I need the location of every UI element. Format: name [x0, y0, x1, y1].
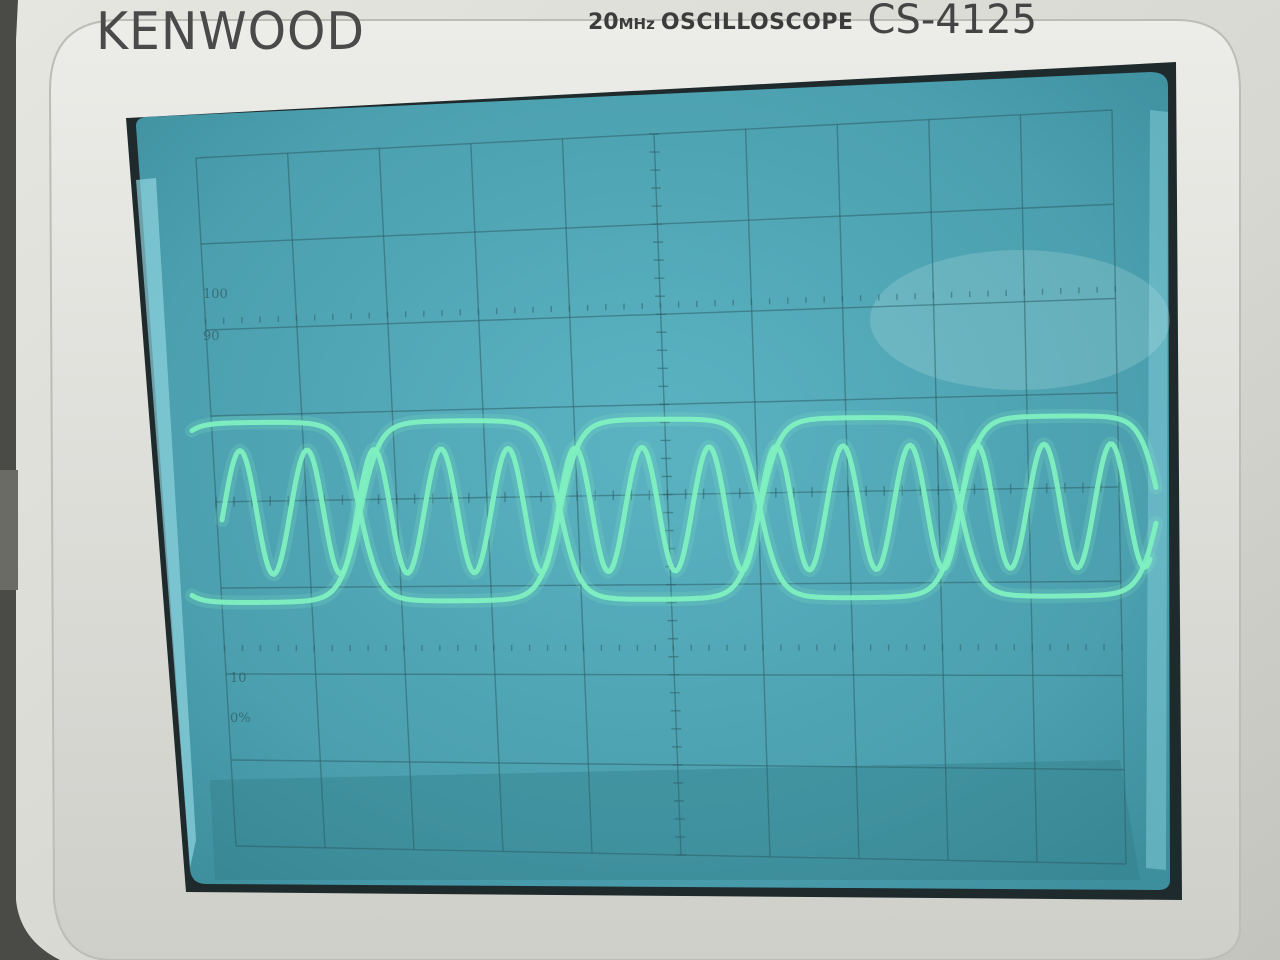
- oscilloscope-photo: KENWOOD 20MHz OSCILLOSCOPE CS-4125 100 90 …: [0, 0, 1280, 960]
- crt-screen: [136, 72, 1170, 890]
- scale-label-90: 90: [203, 329, 220, 344]
- scale-label-0: 0%: [230, 711, 251, 726]
- scale-label-100: 100: [203, 287, 228, 302]
- scale-label-10: 10: [230, 671, 247, 686]
- glass-reflection: [870, 250, 1170, 390]
